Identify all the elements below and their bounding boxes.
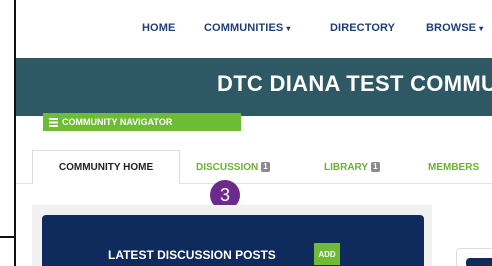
add-discussion-button[interactable]: ADD	[314, 243, 340, 265]
tab-community-home[interactable]: COMMUNITY HOME	[32, 150, 180, 184]
nav-directory[interactable]: DIRECTORY	[330, 22, 395, 34]
screenshot-frame: HOME COMMUNITIES ▾ DIRECTORY BROWSE ▾ DTC …	[14, 0, 492, 266]
community-tabs: COMMUNITY HOME DISCUSSION 1 LIBRARY 1 ME…	[16, 150, 492, 184]
library-count-badge: 1	[371, 162, 380, 172]
nav-browse[interactable]: BROWSE ▾	[426, 22, 483, 34]
nav-home-label: HOME	[142, 22, 176, 34]
tab-discussion[interactable]: DISCUSSION 1	[196, 150, 270, 184]
community-navigator-button[interactable]: COMMUNITY NAVIGATOR	[43, 113, 241, 131]
community-title: DTC DIANA TEST COMMUNITY	[217, 71, 492, 96]
nav-home[interactable]: HOME	[142, 22, 175, 34]
list-icon	[49, 117, 58, 127]
tab-members[interactable]: MEMBERS	[428, 150, 479, 184]
panel-title: LATEST DISCUSSION POSTS	[108, 248, 276, 262]
tab-library-label: LIBRARY	[324, 161, 369, 173]
nav-communities[interactable]: COMMUNITIES ▾	[204, 22, 290, 34]
tab-members-label: MEMBERS	[428, 161, 480, 173]
community-navigator-label: COMMUNITY NAVIGATOR	[62, 117, 173, 127]
latest-discussion-panel: LATEST DISCUSSION POSTS ADD	[42, 215, 424, 266]
chevron-down-icon: ▾	[286, 24, 291, 33]
side-card-header	[466, 258, 492, 266]
nav-directory-label: DIRECTORY	[330, 22, 396, 34]
nav-communities-label: COMMUNITIES	[204, 22, 284, 34]
chevron-down-icon: ▾	[479, 24, 484, 33]
tab-discussion-label: DISCUSSION	[196, 161, 259, 173]
tab-library[interactable]: LIBRARY 1	[324, 150, 380, 184]
discussion-count-badge: 1	[261, 162, 270, 172]
top-navigation: HOME COMMUNITIES ▾ DIRECTORY BROWSE ▾	[16, 0, 492, 58]
nav-browse-label: BROWSE	[426, 22, 477, 34]
community-banner: DTC DIANA TEST COMMUNITY	[16, 58, 492, 116]
tab-community-home-label: COMMUNITY HOME	[58, 162, 154, 173]
